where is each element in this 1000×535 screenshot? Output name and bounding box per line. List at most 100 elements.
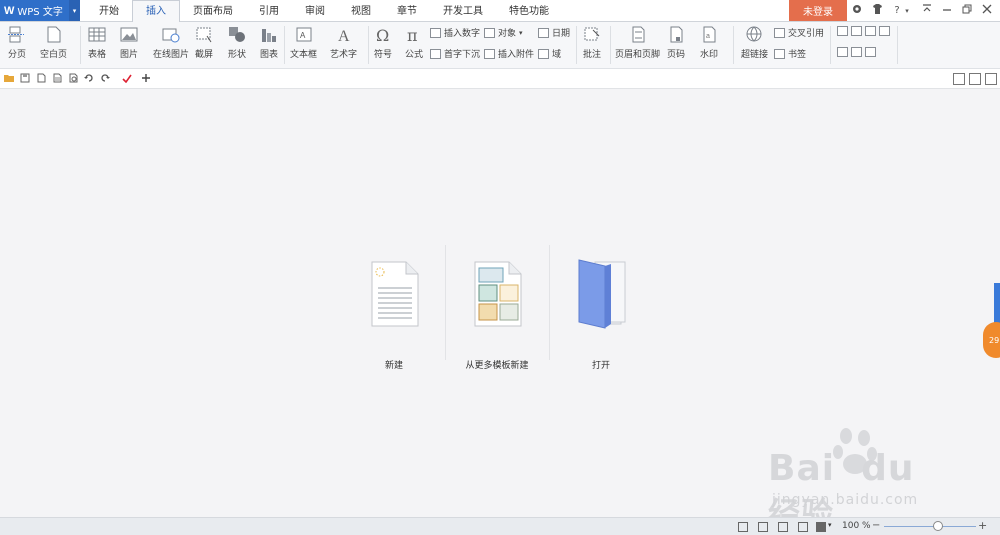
skin-icon[interactable]	[850, 4, 864, 17]
date-button[interactable]: 日期	[538, 26, 570, 39]
blank-page-icon	[47, 26, 60, 43]
object-label: 对象	[498, 29, 517, 39]
tab-review[interactable]: 审阅	[292, 0, 338, 21]
blank-page-button[interactable]: 空白页	[40, 26, 67, 60]
floating-badge[interactable]: 29	[983, 322, 1000, 358]
hyperlink-button[interactable]: 超链接	[741, 26, 768, 60]
shapes-icon	[229, 27, 245, 42]
page-break-button[interactable]: 分页	[8, 26, 26, 60]
symbol-button[interactable]: Ω 符号	[374, 26, 392, 60]
tab-home[interactable]: 开始	[86, 0, 132, 21]
tab-section[interactable]: 章节	[384, 0, 430, 21]
start-separator	[445, 245, 446, 360]
zoom-out-icon[interactable]: −	[872, 520, 880, 531]
page-view-icon[interactable]	[758, 522, 768, 532]
new-from-template-button[interactable]: 从更多模板新建	[447, 258, 547, 371]
zoom-level[interactable]: 100 %	[842, 521, 871, 531]
form-textbox-icon[interactable]	[837, 26, 848, 36]
app-menu-button[interactable]: W WPS 文字 ▾	[0, 0, 80, 21]
form-settings-icon[interactable]	[837, 47, 848, 57]
tab-references[interactable]: 引用	[246, 0, 292, 21]
shirt-icon[interactable]	[870, 4, 884, 17]
blank-page-label: 空白页	[40, 50, 68, 60]
online-picture-label: 在线图片	[153, 50, 190, 60]
eye-protect-icon[interactable]	[816, 522, 826, 532]
help-chevron-icon[interactable]: ▾	[904, 7, 910, 15]
formula-button[interactable]: π 公式	[405, 26, 423, 60]
field-button[interactable]: 域	[538, 47, 561, 60]
tab-page-layout[interactable]: 页面布局	[180, 0, 246, 21]
plus-icon[interactable]	[141, 73, 151, 83]
outline-view-icon[interactable]	[778, 522, 788, 532]
ribbon-separator	[80, 26, 81, 64]
baidu-watermark: Bai du 经验 jingyan.baidu.com	[760, 426, 950, 533]
tab-insert[interactable]: 插入	[132, 0, 180, 23]
save-icon[interactable]	[20, 73, 30, 83]
watermark-button[interactable]: a 水印	[700, 26, 718, 60]
tab-developer[interactable]: 开发工具	[430, 0, 496, 21]
tab-features[interactable]: 特色功能	[496, 0, 562, 21]
zoom-slider-knob[interactable]	[933, 521, 944, 531]
text-box-button[interactable]: A 文本框	[290, 26, 317, 60]
open-document-button[interactable]: 打开	[551, 258, 651, 371]
svg-text:A: A	[300, 31, 306, 40]
form-checkbox-icon[interactable]	[851, 26, 862, 36]
cross-ref-icon	[774, 27, 785, 38]
fullscreen-icon[interactable]	[738, 522, 748, 532]
zoom-slider[interactable]	[884, 526, 976, 527]
word-art-label: 艺术字	[330, 50, 358, 60]
page-number-button[interactable]: 页码	[667, 26, 685, 60]
word-art-button[interactable]: A 艺术字	[330, 26, 357, 60]
calendar-icon	[538, 27, 549, 38]
help-icon[interactable]: ?	[890, 5, 904, 16]
header-footer-button[interactable]: 页眉和页脚	[615, 26, 660, 60]
status-bar: ▾ 100 % − +	[0, 517, 1000, 535]
close-icon[interactable]	[980, 4, 994, 17]
text-box-icon: A	[296, 27, 311, 42]
bookmark-button[interactable]: 书签	[774, 47, 806, 60]
zoom-in-icon[interactable]: +	[978, 519, 987, 532]
app-menu-chevron-icon[interactable]: ▾	[69, 0, 80, 21]
web-view-icon[interactable]	[798, 522, 808, 532]
shapes-button[interactable]: 形状	[228, 26, 246, 60]
save-as-icon[interactable]	[36, 73, 46, 83]
doc-share-icon[interactable]	[985, 73, 997, 85]
date-label: 日期	[552, 29, 571, 39]
open-folder-icon[interactable]	[4, 73, 14, 83]
drop-cap-button[interactable]: 首字下沉	[430, 47, 480, 60]
insert-number-button[interactable]: 插入数字	[430, 26, 480, 39]
tab-view[interactable]: 视图	[338, 0, 384, 21]
quick-access-toolbar	[0, 69, 1000, 89]
view-chevron-icon[interactable]: ▾	[828, 521, 832, 529]
new-document-button[interactable]: 新建	[344, 258, 444, 371]
hyperlink-label: 超链接	[741, 50, 769, 60]
object-button[interactable]: 对象 ▾	[484, 26, 523, 39]
picture-button[interactable]: 图片	[120, 26, 138, 60]
undo-icon[interactable]	[84, 73, 94, 83]
chart-button[interactable]: 图表	[260, 26, 278, 60]
form-option-icon[interactable]	[879, 26, 890, 36]
redo-icon[interactable]	[100, 73, 110, 83]
collapse-ribbon-icon[interactable]	[920, 4, 934, 17]
lock-icon[interactable]	[865, 47, 876, 57]
print-preview-icon[interactable]	[68, 73, 78, 83]
svg-text:Ω: Ω	[376, 26, 389, 43]
attachment-button[interactable]: 插入附件	[484, 47, 534, 60]
comment-button[interactable]: 批注	[583, 26, 601, 60]
restore-icon[interactable]	[960, 4, 974, 17]
format-painter-icon[interactable]	[122, 73, 132, 84]
minimize-icon[interactable]	[940, 4, 954, 17]
table-button[interactable]: 表格	[88, 26, 106, 60]
print-icon[interactable]	[52, 73, 62, 83]
open-folder-large-icon	[578, 259, 626, 329]
cross-ref-button[interactable]: 交叉引用	[774, 26, 824, 39]
online-picture-icon	[162, 28, 180, 43]
doc-icon[interactable]	[953, 73, 965, 85]
doc-edit-icon[interactable]	[969, 73, 981, 85]
online-picture-button[interactable]: 在线图片	[153, 26, 189, 60]
login-button[interactable]: 未登录	[789, 0, 847, 21]
eraser-icon[interactable]	[851, 47, 862, 57]
form-dropdown-icon[interactable]	[865, 26, 876, 36]
screenshot-button[interactable]: 截屏	[195, 26, 213, 60]
ribbon-separator	[830, 26, 831, 64]
